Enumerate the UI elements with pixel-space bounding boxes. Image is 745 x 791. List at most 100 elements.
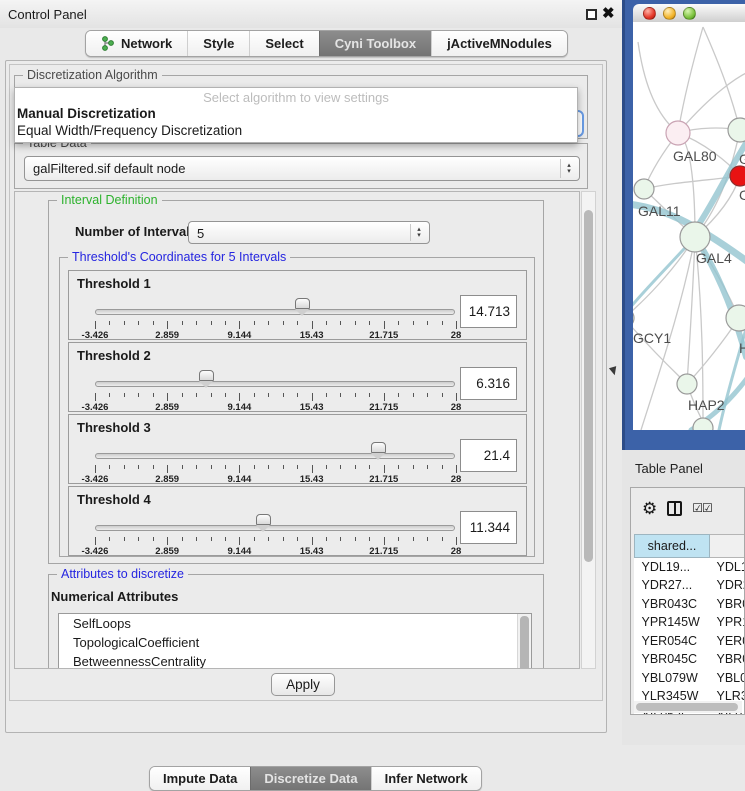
tab-discretize-data[interactable]: Discretize Data <box>250 767 370 790</box>
threshold-4-slider-track[interactable] <box>95 525 455 531</box>
slider-scale-labels: -3.4262.8599.14415.4321.71528 <box>95 330 456 342</box>
threshold-2-slider-track[interactable] <box>95 381 455 387</box>
attributes-group-title: Attributes to discretize <box>57 567 188 581</box>
column-view-icon[interactable] <box>667 501 682 516</box>
tab-cyni-toolbox[interactable]: Cyni Toolbox <box>319 31 431 56</box>
tab-style[interactable]: Style <box>187 31 249 56</box>
threshold-1-value-field[interactable]: 14.713 <box>460 295 517 328</box>
table-row[interactable]: YBR043CYBR0 <box>635 595 745 614</box>
table-row[interactable]: YBL079WYBL0 <box>635 669 745 688</box>
threshold-1-slider-track[interactable] <box>95 309 455 315</box>
slider-ticks <box>95 393 456 402</box>
table-row[interactable]: YDR27...YDR2 <box>635 576 745 595</box>
tab-select[interactable]: Select <box>249 31 318 56</box>
network-window-frame: GAL80 G C GAL11 GAL4 GCY1 H HAP2 <box>622 0 745 450</box>
close-traffic-light[interactable] <box>643 7 656 20</box>
scale-label: -3.426 <box>82 546 109 557</box>
scale-label: 21.715 <box>369 402 398 413</box>
threshold-4-row: Threshold 4 -3.4262.8599.14415.4321.7152… <box>68 486 527 556</box>
apply-button[interactable]: Apply <box>271 673 335 696</box>
cyni-toolbox-panel: Discretization Algorithm ▴▾ Select algor… <box>5 60 607 733</box>
attributes-group: Attributes to discretize Numerical Attri… <box>48 574 544 669</box>
table-row[interactable]: YPR145WYPR1 <box>635 613 745 632</box>
threshold-3-value-field[interactable]: 21.4 <box>460 439 517 472</box>
scale-label: 2.859 <box>155 402 179 413</box>
float-window-icon[interactable] <box>586 9 597 20</box>
slider-ticks <box>95 321 456 330</box>
table-row[interactable]: YBR045CYBR0 <box>635 650 745 669</box>
settings-scrollbar[interactable] <box>581 191 596 669</box>
table-data-combobox[interactable]: galFiltered.sif default node ▴▾ <box>24 156 580 181</box>
attribute-list-item[interactable]: TopologicalCoefficient <box>59 633 531 652</box>
column-header-shared-name[interactable]: shared... <box>635 535 710 558</box>
num-intervals-label: Number of Intervals <box>75 224 197 239</box>
list-scrollbar[interactable] <box>517 614 531 669</box>
threshold-2-slider-thumb[interactable] <box>199 370 214 381</box>
threshold-3-slider-thumb[interactable] <box>371 442 386 453</box>
node-gal4[interactable] <box>680 222 710 252</box>
network-icon <box>101 36 115 51</box>
checkbox-icons[interactable]: ☑☑ <box>692 501 712 515</box>
attribute-list-item[interactable]: BetweennessCentrality <box>59 652 531 669</box>
node-label-gal80: GAL80 <box>673 148 717 164</box>
control-panel-titlebar: Control Panel ✖ <box>0 0 622 28</box>
node-gcy1[interactable] <box>633 308 634 328</box>
node-top-right[interactable] <box>728 118 745 142</box>
table-panel: ⚙ ☑☑ shared... na YDL19...YDL1YDR27...YD… <box>630 487 745 715</box>
scale-label: 15.43 <box>300 330 324 341</box>
slider-scale-labels: -3.4262.8599.14415.4321.71528 <box>95 402 456 414</box>
tab-infer-network[interactable]: Infer Network <box>371 767 481 790</box>
slider-ticks <box>95 537 456 546</box>
zoom-traffic-light[interactable] <box>683 7 696 20</box>
scale-label: 28 <box>451 402 462 413</box>
threshold-3-slider-track[interactable] <box>95 453 455 459</box>
algorithm-placeholder: Select algorithm to view settings <box>15 88 577 105</box>
discretize-data-pane: Discretization Algorithm ▴▾ Select algor… <box>9 64 603 701</box>
node-label-gal4: GAL4 <box>696 250 732 266</box>
tab-jactivemnodules[interactable]: jActiveMNodules <box>431 31 567 56</box>
table-row[interactable]: YER054CYER0 <box>635 632 745 651</box>
scale-label: 21.715 <box>369 330 398 341</box>
node-hap2[interactable] <box>677 374 697 394</box>
close-icon[interactable]: ✖ <box>602 4 615 22</box>
table-row[interactable]: YDL19...YDL1 <box>635 558 745 577</box>
scale-label: 21.715 <box>369 474 398 485</box>
threshold-1-slider-thumb[interactable] <box>295 298 310 309</box>
node-label-gcy1: GCY1 <box>633 330 671 346</box>
option-equal-width-frequency[interactable]: Equal Width/Frequency Discretization <box>15 122 577 139</box>
threshold-2-value-field[interactable]: 6.316 <box>460 367 517 400</box>
num-intervals-combobox[interactable]: 5 ▴▾ <box>188 221 430 244</box>
panel-title: Control Panel <box>8 7 87 22</box>
attribute-list-item[interactable]: SelfLoops <box>59 614 531 633</box>
scale-label: 9.144 <box>228 474 252 485</box>
table-data-value: galFiltered.sif default node <box>33 161 185 176</box>
num-intervals-value: 5 <box>197 226 204 241</box>
tab-impute-data[interactable]: Impute Data <box>150 767 250 790</box>
threshold-3-row: Threshold 3 -3.4262.8599.14415.4321.7152… <box>68 414 527 484</box>
combo-arrows-icon: ▴▾ <box>560 159 574 178</box>
node-gal80[interactable] <box>666 121 690 145</box>
scale-label: 9.144 <box>228 402 252 413</box>
node-gal11[interactable] <box>634 179 654 199</box>
network-canvas[interactable]: GAL80 G C GAL11 GAL4 GCY1 H HAP2 <box>633 22 745 430</box>
right-region: GAL80 G C GAL11 GAL4 GCY1 H HAP2 Table P… <box>622 0 745 745</box>
node-red-selected[interactable] <box>730 166 745 186</box>
option-manual-discretization[interactable]: Manual Discretization <box>15 105 577 122</box>
discretization-group-title: Discretization Algorithm <box>23 68 162 82</box>
scale-label: 2.859 <box>155 330 179 341</box>
scale-label: -3.426 <box>82 474 109 485</box>
settings-gear-icon[interactable]: ⚙ <box>642 500 657 517</box>
table-horizontal-scrollbar[interactable] <box>634 701 742 713</box>
threshold-4-slider-thumb[interactable] <box>256 514 271 525</box>
column-header-name[interactable]: na <box>710 535 745 558</box>
numerical-attributes-list[interactable]: SelfLoopsTopologicalCoefficientBetweenne… <box>58 613 532 669</box>
tab-network[interactable]: Network <box>86 31 187 56</box>
node-label-hap2: HAP2 <box>688 397 725 413</box>
minimize-traffic-light[interactable] <box>663 7 676 20</box>
threshold-4-value-field[interactable]: 11.344 <box>460 511 517 544</box>
numerical-attributes-label: Numerical Attributes <box>51 589 178 604</box>
scale-label: 2.859 <box>155 546 179 557</box>
scale-label: 2.859 <box>155 474 179 485</box>
scale-label: 28 <box>451 330 462 341</box>
thresholds-group-title: Threshold's Coordinates for 5 Intervals <box>68 250 290 264</box>
